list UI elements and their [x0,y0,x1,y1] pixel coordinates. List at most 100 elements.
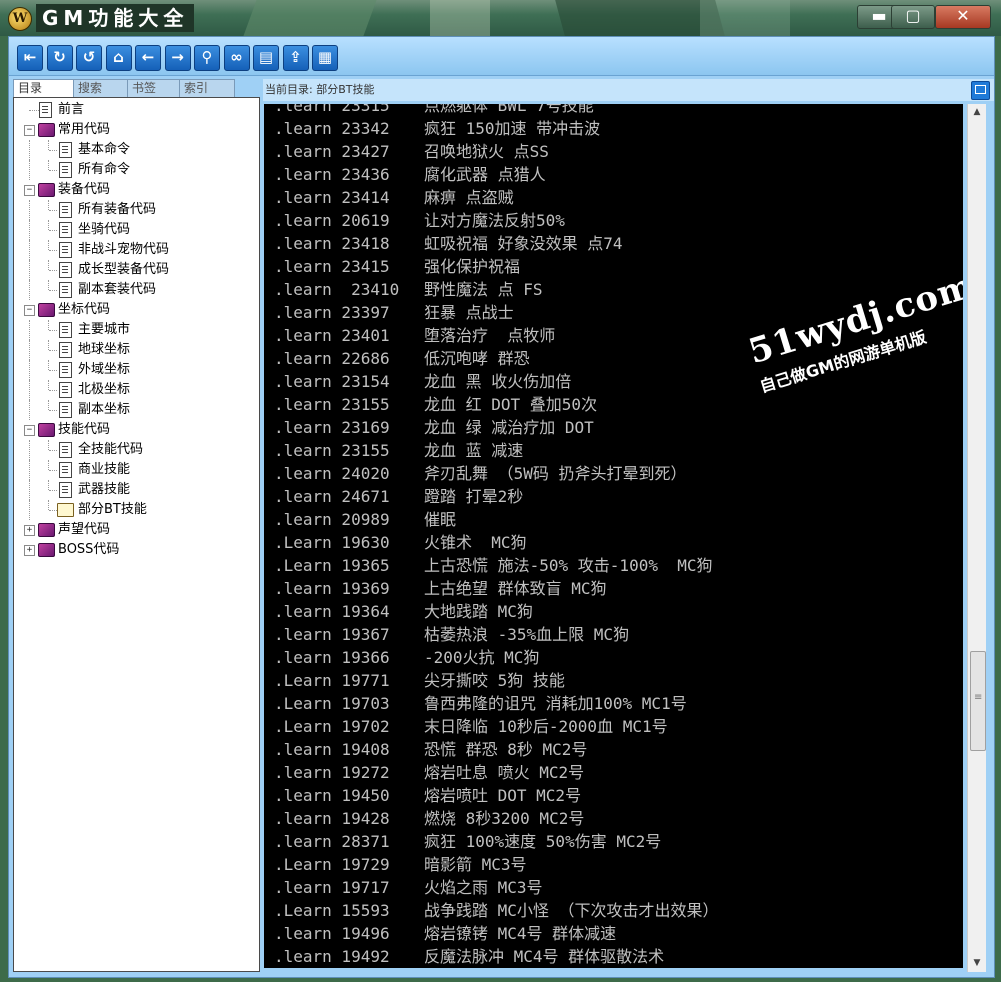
command-text: .learn 19492 [274,947,390,966]
command-description: 蹬踏 打晕2秒 [424,487,524,506]
print-icon[interactable]: ▦ [312,45,338,71]
tree-item-label: 外域坐标 [78,362,131,377]
code-line: .learn 23418 虹吸祝福 好象没效果 点74 [274,232,623,255]
command-text: .learn 23436 [274,165,390,184]
page-icon [59,322,72,338]
tree-item[interactable]: − 装备代码 [14,180,254,200]
path-value: 部分BT技能 [316,83,375,96]
tree-item[interactable]: 坐骑代码 [14,220,254,240]
tree-item[interactable]: 基本命令 [14,140,254,160]
book-icon [38,303,55,317]
code-line: .learn 19496 熔岩镣铐 MC4号 群体减速 [274,922,616,945]
book-icon [38,543,55,557]
tree-item[interactable]: + 声望代码 [14,520,254,540]
tree-item-label: 所有命令 [78,162,131,177]
tree-item-label: 声望代码 [58,522,111,537]
vertical-scrollbar[interactable]: ▲ ▼ [967,104,986,972]
command-description: 龙血 红 DOT 叠加50次 [424,395,598,414]
command-description: 火焰之雨 MC3号 [424,878,543,897]
command-description: 火锥术 MC狗 [424,533,527,552]
tab-index[interactable]: 索引 [179,79,235,97]
collapse-icon[interactable]: − [24,305,35,316]
tree-item[interactable]: 所有装备代码 [14,200,254,220]
command-description: 麻痹 点盗贼 [424,188,514,207]
command-text: .learn 24020 [274,464,390,483]
collapse-icon[interactable]: − [24,125,35,136]
code-line: .Learn 19630 火锥术 MC狗 [274,531,527,554]
expand-icon[interactable]: + [24,525,35,536]
tree-item[interactable]: 地球坐标 [14,340,254,360]
tree-item[interactable]: 全技能代码 [14,440,254,460]
tree-item[interactable]: 外域坐标 [14,360,254,380]
tab-bookmarks[interactable]: 书签 [127,79,183,97]
page-icon [59,202,72,218]
title-bar[interactable]: W GM功能大全 ▬ ▢ ✕ [0,0,1001,36]
close-button[interactable]: ✕ [935,5,991,29]
back-icon[interactable]: ← [135,45,161,71]
page-icon [59,462,72,478]
fullscreen-icon[interactable] [971,81,990,100]
search-icon[interactable]: ⚲ [194,45,220,71]
collapse-icon[interactable]: − [24,425,35,436]
contents-tree: 前言 − 常用代码 基本命令所有命令 − 装备代码 所有装备代码 坐骑代码 非战斗宠物代码 成长型… [13,97,260,972]
tree-item[interactable]: 商业技能 [14,460,254,480]
tree-item[interactable]: 主要城市 [14,320,254,340]
command-text: .learn 19450 [274,786,390,805]
tree-item[interactable]: 副本套装代码 [14,280,254,300]
command-description: 虹吸祝福 好象没效果 点74 [424,234,623,253]
command-text: .learn 23415 [274,257,390,276]
tree-item[interactable]: − 常用代码 [14,120,254,140]
scroll-up-icon[interactable]: ▲ [968,104,986,121]
link-icon[interactable]: ∞ [223,45,250,71]
tree-item[interactable]: 非战斗宠物代码 [14,240,254,260]
notes-icon[interactable]: ▤ [253,45,279,71]
command-text: .learn 23397 [274,303,390,322]
reload-icon[interactable]: ↺ [76,45,102,71]
tree-item[interactable]: 前言 [14,100,254,120]
tree-item[interactable]: 武器技能 [14,480,254,500]
command-text: .learn 19428 [274,809,390,828]
command-description: 大地践踏 MC狗 [424,602,533,621]
code-line: .learn 23414 麻痹 点盗贼 [274,186,514,209]
collapse-icon[interactable]: − [24,185,35,196]
path-bar: 当前目录: 部分BT技能 [263,79,994,101]
scroll-down-icon[interactable]: ▼ [968,955,986,972]
command-description: 狂暴 点战士 [424,303,514,322]
tree-item[interactable]: − 坐标代码 [14,300,254,320]
command-description: 强化保护祝福 [424,257,521,276]
home-icon[interactable]: ⌂ [105,45,132,71]
tab-contents[interactable]: 目录 [13,79,79,98]
code-line: .Learn 19771 尖牙撕咬 5狗 技能 [274,669,565,692]
command-text: .learn 19367 [274,625,390,644]
tree-item[interactable]: 北极坐标 [14,380,254,400]
command-description: 龙血 蓝 减速 [424,441,524,460]
export-icon[interactable]: ⇪ [282,45,309,71]
command-description: 龙血 绿 减治疗加 DOT [424,418,594,437]
tab-search[interactable]: 搜索 [73,79,131,97]
command-text: .learn 19717 [274,878,390,897]
tree-item[interactable]: 所有命令 [14,160,254,180]
command-description: 让对方魔法反射50% [424,211,565,230]
tree-item-label: 部分BT技能 [78,501,147,519]
tree-item[interactable]: 副本坐标 [14,400,254,420]
code-line: .Learn 19729 暗影箭 MC3号 [274,853,527,876]
hide-panel-icon[interactable]: ⇤ [17,45,43,71]
tree-item[interactable]: 成长型装备代码 [14,260,254,280]
maximize-button[interactable]: ▢ [891,5,935,29]
tree-item[interactable]: 部分BT技能 [14,500,254,520]
code-line: .learn 20619 让对方魔法反射50% [274,209,565,232]
tree-item[interactable]: + BOSS代码 [14,540,254,560]
command-text: .Learn 19702 [274,717,390,736]
tree-item[interactable]: − 技能代码 [14,420,254,440]
expand-icon[interactable]: + [24,545,35,556]
forward-icon[interactable]: → [164,45,191,71]
command-description: 枯萎热浪 -35%血上限 MC狗 [424,625,630,644]
tree-item-label: 全技能代码 [78,442,144,457]
code-line: .learn 19450 熔岩喷吐 DOT MC2号 [274,784,581,807]
scroll-thumb[interactable] [970,650,986,751]
nav-tabs: 目录 搜索 书签 索引 [13,79,261,98]
command-text: .Learn 19703 [274,694,390,713]
command-text: .learn 23427 [274,142,390,161]
refresh-icon[interactable]: ↻ [46,45,73,71]
page-icon [59,282,72,298]
